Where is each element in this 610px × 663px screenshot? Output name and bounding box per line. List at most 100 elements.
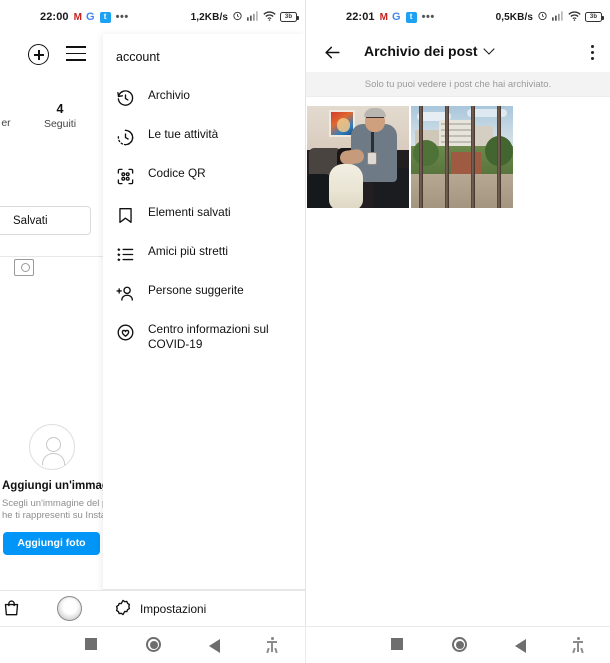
- status-bar-left-group: 22:01 M G t •••: [346, 11, 435, 23]
- tagged-photos-icon[interactable]: [14, 259, 34, 276]
- close-friends-list-icon: [116, 245, 135, 264]
- archived-post-thumbnail[interactable]: [411, 106, 513, 208]
- archive-title-dropdown[interactable]: Archivio dei post: [364, 43, 495, 59]
- accessibility-icon[interactable]: [266, 637, 278, 652]
- recents-square-icon[interactable]: [85, 638, 97, 650]
- person-add-icon: [116, 284, 135, 303]
- hamburger-line: [66, 59, 86, 62]
- home-circle-icon[interactable]: [146, 637, 161, 652]
- kebab-menu-icon[interactable]: [591, 45, 594, 63]
- banner-text: Solo tu puoi vedere i post che hai archi…: [364, 78, 552, 90]
- hamburger-line: [66, 52, 86, 55]
- overflow-dots-icon: •••: [421, 11, 435, 23]
- menu-item-le-tue-attivita[interactable]: Le tue attività: [103, 117, 305, 156]
- menu-item-elementi-salvati[interactable]: Elementi salvati: [103, 195, 305, 234]
- kebab-dot: [591, 57, 594, 60]
- menu-item-persone-suggerite[interactable]: Persone suggerite: [103, 273, 305, 312]
- shop-bag-icon[interactable]: [2, 598, 21, 623]
- add-profile-photo-card: Aggiungi un'immagin profilo Scegli un'im…: [0, 424, 159, 555]
- status-bar-right: 22:01 M G t ••• 0,5KB/s 3b: [306, 0, 610, 34]
- recents-square-icon[interactable]: [391, 638, 403, 650]
- menu-sheet-title: account: [116, 50, 160, 64]
- profile-avatar-icon[interactable]: [57, 596, 82, 621]
- archive-header: Archivio dei post: [306, 34, 610, 72]
- back-triangle-icon[interactable]: [515, 639, 526, 653]
- menu-item-amici-piu-stretti[interactable]: Amici più stretti: [103, 234, 305, 273]
- right-phone-screen: 22:01 M G t ••• 0,5KB/s 3b Archivio dei …: [305, 0, 610, 663]
- menu-item-label: Codice QR: [148, 165, 206, 180]
- wifi-icon: [568, 10, 581, 24]
- menu-item-label: Archivio: [148, 87, 190, 102]
- android-nav-bar: [0, 626, 610, 663]
- menu-item-centro-informazioni-covid[interactable]: Centro informazioni sul COVID-19: [103, 312, 305, 361]
- back-triangle-icon[interactable]: [209, 639, 220, 653]
- settings-label[interactable]: Impostazioni: [140, 602, 206, 616]
- menu-item-archivio[interactable]: Archivio: [103, 78, 305, 117]
- menu-item-label: Elementi salvati: [148, 204, 231, 219]
- archive-privacy-banner: Solo tu puoi vedere i post che hai archi…: [306, 72, 610, 97]
- add-photo-subtitle-2: he ti rappresenti su Insta: [2, 510, 107, 521]
- bottom-action-bar: Impostazioni: [0, 590, 305, 626]
- photo-man-on-couch: [307, 106, 409, 208]
- profile-stats: er 4 Seguiti: [0, 100, 103, 144]
- kebab-dot: [591, 45, 594, 48]
- qr-code-icon: [116, 167, 135, 186]
- menu-item-label: Amici più stretti: [148, 243, 228, 258]
- stat-following[interactable]: 4 Seguiti: [30, 102, 90, 131]
- hamburger-line: [66, 46, 86, 48]
- google-icon: G: [85, 11, 95, 23]
- add-photo-subtitle-1: Scegli un'immagine del p: [2, 497, 108, 509]
- status-bar-left-group: 22:00 M G t •••: [40, 11, 129, 23]
- add-photo-button[interactable]: Aggiungi foto: [3, 531, 100, 555]
- saved-tab-label: Salvati: [13, 214, 48, 227]
- alarm-icon: [537, 10, 548, 24]
- stat-following-label: Seguiti: [43, 118, 77, 130]
- left-phone-screen: 22:00 M G t ••• 1,2KB/s 3b er 4 Seguiti …: [0, 0, 305, 663]
- menu-item-label: Le tue attività: [148, 126, 219, 141]
- battery-icon: 3b: [585, 12, 604, 22]
- menu-item-label: Centro informazioni sul COVID-19: [148, 321, 269, 351]
- google-icon: G: [391, 11, 401, 23]
- stat-followers[interactable]: er: [0, 116, 30, 130]
- kebab-dot: [591, 51, 594, 54]
- accessibility-icon[interactable]: [572, 637, 584, 652]
- clock-rewind-icon: [116, 89, 135, 108]
- home-circle-icon[interactable]: [452, 637, 467, 652]
- network-speed-label: 0,5KB/s: [495, 11, 533, 23]
- add-photo-title: Aggiungi un'immagin profilo: [2, 480, 159, 492]
- gmail-icon: M: [73, 11, 82, 23]
- bookmark-icon: [116, 206, 135, 225]
- avatar-placeholder-icon: [28, 424, 75, 470]
- archived-posts-grid: [307, 106, 610, 208]
- stat-followers-label: er: [1, 117, 11, 129]
- profile-top-actions: [0, 34, 103, 78]
- gmail-icon: M: [379, 11, 388, 23]
- status-bar-left: 22:00 M G t ••• 1,2KB/s 3b: [0, 0, 305, 34]
- account-menu-sheet: account Archivio Le tue attività Codice …: [103, 34, 305, 613]
- twitter-icon: t: [99, 11, 111, 23]
- gear-icon[interactable]: [114, 598, 132, 622]
- photo-city-through-window: [411, 106, 513, 208]
- menu-item-codice-qr[interactable]: Codice QR: [103, 156, 305, 195]
- status-bar-right-group: 1,2KB/s 3b: [190, 10, 299, 24]
- nav-bar-right: [305, 627, 610, 663]
- menu-button[interactable]: [66, 46, 86, 66]
- clock-label: 22:00: [40, 11, 69, 23]
- activity-clock-icon: [116, 128, 135, 147]
- signal-icon: [552, 10, 564, 24]
- page-title: Archivio dei post: [364, 43, 478, 59]
- status-bar-right-group: 0,5KB/s 3b: [495, 10, 604, 24]
- stat-following-count: 4: [56, 102, 64, 116]
- wifi-icon: [263, 10, 276, 24]
- archived-post-thumbnail[interactable]: [307, 106, 409, 208]
- add-post-button[interactable]: [28, 44, 49, 65]
- network-speed-label: 1,2KB/s: [190, 11, 228, 23]
- signal-icon: [247, 10, 259, 24]
- saved-tab-button[interactable]: Salvati: [0, 206, 91, 235]
- alarm-icon: [232, 10, 243, 24]
- profile-column: er 4 Seguiti Salvati Aggiungi un'immagin…: [0, 34, 159, 613]
- covid-info-icon: [116, 323, 135, 342]
- back-arrow-icon[interactable]: [322, 43, 343, 67]
- battery-icon: 3b: [280, 12, 299, 22]
- overflow-dots-icon: •••: [115, 11, 129, 23]
